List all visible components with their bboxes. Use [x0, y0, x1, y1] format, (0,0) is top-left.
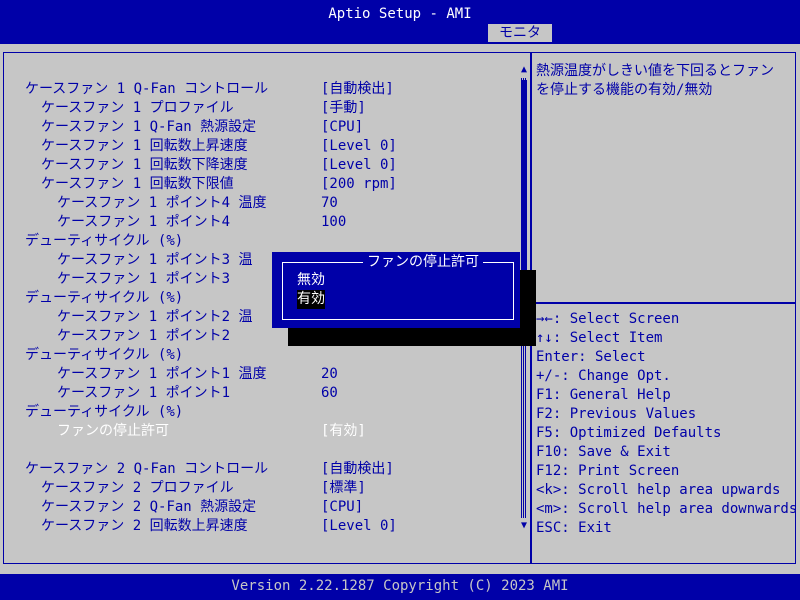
setting-label: ケースファン 1 プロファイル [41, 100, 234, 116]
setting-row[interactable]: ケースファン 1 ポイント4 温度 70 [0, 194, 519, 213]
help-divider [532, 302, 796, 304]
setting-row[interactable]: ケースファン 1 回転数下降速度 [Level 0] [0, 156, 519, 175]
setting-label: ケースファン 1 ポイント4 温度 [57, 195, 267, 211]
setting-value[interactable]: [手動] [321, 99, 366, 118]
key-enter: Enter: Select [536, 349, 646, 365]
setting-row[interactable]: ケースファン 2 プロファイル [標準] [0, 479, 519, 498]
setting-row[interactable]: ケースファン 1 Q-Fan 熱源設定 [CPU] [0, 118, 519, 137]
footer-bar: Version 2.22.1287 Copyright (C) 2023 AMI [0, 574, 800, 600]
version-text: Version 2.22.1287 Copyright (C) 2023 AMI [231, 578, 569, 594]
title-bar: Aptio Setup - AMI モニタ [0, 0, 800, 44]
setting-label: ケースファン 2 Q-Fan 熱源設定 [41, 499, 257, 515]
setting-value[interactable]: 20 [321, 365, 338, 384]
setting-label: ケースファン 1 ポイント1 温度 [57, 366, 267, 382]
setting-spacer [0, 441, 519, 460]
popup-title: ファンの停止許可 [363, 253, 483, 271]
setting-label: ケースファン 1 ポイント2 [57, 328, 231, 344]
popup-border: ファンの停止許可 無効 有効 [282, 253, 514, 320]
setting-row[interactable]: ケースファン 1 回転数下限値 [200 rpm] [0, 175, 519, 194]
setting-value[interactable]: [自動検出] [321, 460, 394, 479]
popup-option-enabled[interactable]: 有効 [297, 290, 325, 309]
setting-value[interactable]: [Level 0] [321, 517, 397, 536]
setting-value[interactable]: [標準] [321, 479, 366, 498]
setting-label: ケースファン 1 Q-Fan 熱源設定 [41, 119, 257, 135]
key-general-help: F1: General Help [536, 387, 671, 403]
setting-label: デューティサイクル (%) [25, 347, 184, 363]
setting-row[interactable]: ケースファン 1 ポイント1 60 [0, 384, 519, 403]
setting-label: デューティサイクル (%) [25, 290, 184, 306]
setting-value[interactable]: 70 [321, 194, 338, 213]
setting-label: ケースファン 1 回転数上昇速度 [41, 138, 248, 154]
setting-label: ケースファン 2 Q-Fan コントロール [25, 461, 269, 477]
setting-label: ケースファン 1 ポイント2 温 [57, 309, 253, 325]
key-optimized-defaults: F5: Optimized Defaults [536, 425, 722, 441]
option-popup: ファンの停止許可 無効 有効 [272, 252, 520, 328]
setting-value[interactable]: [CPU] [321, 498, 363, 517]
setting-label: ケースファン 1 回転数下降速度 [41, 157, 248, 173]
key-scroll-up: <k>: Scroll help area upwards [536, 482, 781, 498]
setting-label: デューティサイクル (%) [25, 404, 184, 420]
setting-row[interactable]: ケースファン 1 Q-Fan コントロール [自動検出] [0, 80, 519, 99]
setting-label: ケースファン 1 ポイント1 [57, 385, 231, 401]
setting-row: デューティサイクル (%) [0, 232, 519, 251]
setting-row[interactable]: ケースファン 2 Q-Fan コントロール [自動検出] [0, 460, 519, 479]
setting-value[interactable]: [有効] [321, 422, 366, 441]
setting-value[interactable]: [CPU] [321, 118, 363, 137]
setting-row[interactable]: ケースファン 1 ポイント1 温度 20 [0, 365, 519, 384]
popup-option-disabled[interactable]: 無効 [297, 271, 325, 290]
help-text: 熱源温度がしきい値を下回るとファンを停止する機能の有効/無効 [536, 63, 774, 98]
setting-value[interactable]: [200 rpm] [321, 175, 397, 194]
setting-label: ケースファン 2 プロファイル [41, 480, 234, 496]
key-save-exit: F10: Save & Exit [536, 444, 671, 460]
key-print-screen: F12: Print Screen [536, 463, 680, 479]
setting-row[interactable]: ケースファン 2 Q-Fan 熱源設定 [CPU] [0, 498, 519, 517]
key-exit: ESC: Exit [536, 520, 612, 536]
scroll-up-icon[interactable]: ▲ [519, 64, 529, 76]
setting-row[interactable]: ケースファン 1 プロファイル [手動] [0, 99, 519, 118]
window-title: Aptio Setup - AMI [328, 6, 472, 22]
setting-row[interactable]: ケースファン 1 ポイント4 100 [0, 213, 519, 232]
setting-row[interactable]: ケースファン 2 回転数上昇速度 [Level 0] [0, 517, 519, 536]
setting-label: ケースファン 1 Q-Fan コントロール [25, 81, 269, 97]
setting-value[interactable]: 100 [321, 213, 346, 232]
setting-row[interactable]: ファンの停止許可 [有効] [0, 422, 519, 441]
setting-label: ファンの停止許可 [57, 423, 169, 439]
key-select-item: ↑↓: Select Item [536, 330, 663, 346]
setting-label: ケースファン 1 回転数下限値 [41, 176, 234, 192]
setting-label: ケースファン 1 ポイント3 温 [57, 252, 253, 268]
key-change-opt: +/-: Change Opt. [536, 368, 671, 384]
setting-value[interactable]: 60 [321, 384, 338, 403]
setting-row[interactable]: ケースファン 1 回転数上昇速度 [Level 0] [0, 137, 519, 156]
key-scroll-down: <m>: Scroll help area downwards [536, 501, 798, 517]
setting-label: ケースファン 2 回転数上昇速度 [41, 518, 248, 534]
key-previous-values: F2: Previous Values [536, 406, 697, 422]
setting-label: ケースファン 1 ポイント4 [57, 214, 231, 230]
setting-label: ケースファン 1 ポイント3 [57, 271, 231, 287]
setting-row: デューティサイクル (%) [0, 403, 519, 422]
setting-row: デューティサイクル (%) [0, 346, 519, 365]
key-legend: →←: Select Screen ↑↓: Select Item Enter:… [536, 310, 798, 538]
key-select-screen: →←: Select Screen [536, 311, 680, 327]
scroll-down-icon[interactable]: ▼ [519, 520, 529, 532]
setting-value[interactable]: [Level 0] [321, 156, 397, 175]
tab-monitor[interactable]: モニタ [488, 24, 552, 42]
setting-label: デューティサイクル (%) [25, 233, 184, 249]
setting-value[interactable]: [Level 0] [321, 137, 397, 156]
setting-value[interactable]: [自動検出] [321, 80, 394, 99]
